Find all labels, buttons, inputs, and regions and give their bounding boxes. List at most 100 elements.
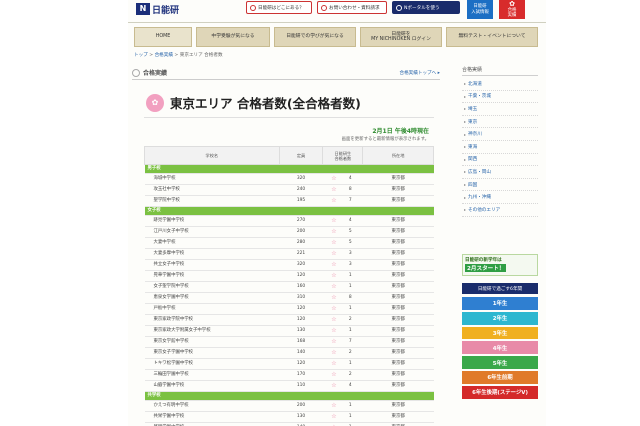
location: 東京都 bbox=[362, 303, 434, 315]
col-passed: 日能研生 合格者数 bbox=[322, 146, 364, 165]
capacity: 120 bbox=[279, 314, 323, 326]
grade-button[interactable]: 2年生 bbox=[462, 311, 538, 325]
refresh-note: 画面を更新すると最新情報が表示されます。 bbox=[341, 137, 429, 142]
passed-count: 1 bbox=[344, 325, 363, 337]
nav-free-test[interactable]: 無料テスト・イベントについて bbox=[446, 27, 538, 47]
sidebar-item[interactable]: ▸ 関西 bbox=[462, 154, 538, 167]
results-label-2: 実績 bbox=[507, 13, 517, 18]
breadcrumb-sep: > bbox=[147, 53, 155, 58]
arrow-icon: ▸ bbox=[464, 131, 467, 137]
nportal-label: Nポータルを使う bbox=[404, 5, 440, 11]
sidebar-item[interactable]: ▸ 広島・岡山 bbox=[462, 166, 538, 179]
star-icon: ☆ bbox=[322, 237, 345, 249]
category-row: 共学校 bbox=[144, 391, 434, 401]
school-name[interactable]: 共栄学園中学校 bbox=[144, 411, 280, 423]
table-header-row: 学校名 定員 日能研生 合格者数 所在地 bbox=[144, 146, 434, 165]
grades-heading: 日能研で過ごす6年間 bbox=[462, 283, 538, 294]
section-title: 合格実績 bbox=[143, 70, 168, 77]
header-divider bbox=[128, 22, 546, 23]
school-name[interactable]: 跡見学園中学校 bbox=[144, 215, 280, 227]
sidebar-item[interactable]: ▸ 四国 bbox=[462, 179, 538, 192]
breadcrumb-results[interactable]: 合格実績 bbox=[155, 53, 173, 58]
school-name[interactable]: 戸板中学校 bbox=[144, 303, 280, 315]
capacity: 240 bbox=[279, 184, 323, 196]
school-name[interactable]: 大妻中学校 bbox=[144, 237, 280, 249]
school-name[interactable]: 晃華学園中学校 bbox=[144, 270, 280, 282]
sidebar-item[interactable]: ▸ 九州・沖縄 bbox=[462, 191, 538, 204]
col-school: 学校名 bbox=[144, 146, 280, 165]
school-name[interactable]: 東京女学館中学校 bbox=[144, 336, 280, 348]
capacity: 120 bbox=[279, 358, 323, 370]
results-top-link[interactable]: 合格実績トップへ ▸ bbox=[399, 70, 440, 76]
school-name[interactable]: かえつ有明中学校 bbox=[144, 400, 280, 412]
grade-button[interactable]: 6年生後期(ステージV) bbox=[462, 385, 538, 399]
nav-learning[interactable]: 日能研での学びが気になる bbox=[274, 27, 356, 47]
grade-button[interactable]: 1年生 bbox=[462, 297, 538, 310]
grade-button[interactable]: 5年生 bbox=[462, 356, 538, 369]
exam-info-button[interactable]: 日能研 入試情報 bbox=[467, 0, 493, 19]
school-name[interactable]: 大妻多摩中学校 bbox=[144, 248, 280, 260]
results-button[interactable]: ✿ 合格 実績 bbox=[499, 0, 525, 19]
table-row: トキワ松学園中学校 120 ☆ 1 東京都 bbox=[144, 358, 434, 370]
sidebar-title: 合格実績 bbox=[462, 66, 538, 76]
new-year-banner[interactable]: 日能研の新学年は 2月スタート！ bbox=[462, 254, 538, 276]
nportal-button[interactable]: Nポータルを使う bbox=[392, 1, 460, 14]
capacity: 221 bbox=[279, 248, 323, 260]
sidebar-item[interactable]: ▸ 東海 bbox=[462, 141, 538, 154]
nav-my-nichinoken[interactable]: 日能研を MY NICHINOKEN ログイン bbox=[360, 27, 442, 47]
school-name[interactable]: 三輪田学園中学校 bbox=[144, 369, 280, 381]
location: 東京都 bbox=[362, 358, 434, 370]
school-name[interactable]: 恵泉女学園中学校 bbox=[144, 292, 280, 304]
capacity: 280 bbox=[279, 237, 323, 249]
passed-count: 1 bbox=[344, 281, 363, 293]
school-name[interactable]: 共立女子中学校 bbox=[144, 259, 280, 271]
school-name[interactable]: 海城中学校 bbox=[144, 173, 280, 185]
breadcrumb-sep: > bbox=[172, 53, 180, 58]
table-row: 共立女子中学校 320 ☆ 3 東京都 bbox=[144, 259, 434, 271]
school-locator-button[interactable]: 日能研はどこにある？ bbox=[246, 1, 312, 14]
school-name[interactable]: 聖学院中学校 bbox=[144, 195, 280, 207]
location: 東京都 bbox=[362, 226, 434, 238]
banner-line-2: 2月スタート！ bbox=[465, 264, 507, 272]
sidebar-item-label: 関西 bbox=[468, 157, 478, 163]
category-label: 女子校 bbox=[144, 206, 434, 216]
capacity: 130 bbox=[279, 325, 323, 337]
contact-button[interactable]: お問い合わせ・資料請求 bbox=[317, 1, 387, 14]
sidebar-item[interactable]: ▸ 千葉・茨城 bbox=[462, 91, 538, 104]
section-header: 合格実績 合格実績トップへ ▸ bbox=[132, 66, 440, 80]
sidebar-item[interactable]: ▸ 北海道 bbox=[462, 78, 538, 91]
sidebar-item-label: 九州・沖縄 bbox=[468, 195, 491, 201]
table-row: 晃華学園中学校 120 ☆ 1 東京都 bbox=[144, 270, 434, 282]
location: 東京都 bbox=[362, 325, 434, 337]
sidebar-item[interactable]: ▸ 東京 bbox=[462, 116, 538, 129]
school-name[interactable]: 江戸川女子中学校 bbox=[144, 226, 280, 238]
sidebar-item-label: 東海 bbox=[468, 144, 478, 150]
location: 東京都 bbox=[362, 422, 434, 426]
sidebar-item[interactable]: ▸ その他のエリア bbox=[462, 204, 538, 217]
school-name[interactable]: トキワ松学園中学校 bbox=[144, 358, 280, 370]
location: 東京都 bbox=[362, 336, 434, 348]
logo[interactable]: N 日能研 bbox=[136, 3, 179, 16]
nav-home[interactable]: HOME bbox=[134, 27, 192, 47]
school-name[interactable]: 攻玉社中学校 bbox=[144, 184, 280, 196]
grade-button[interactable]: 3年生 bbox=[462, 326, 538, 340]
sidebar-item[interactable]: ▸ 神奈川 bbox=[462, 128, 538, 141]
passed-count: 2 bbox=[344, 369, 363, 381]
star-icon: ☆ bbox=[322, 422, 345, 426]
grade-button[interactable]: 6年生前期 bbox=[462, 371, 538, 384]
capacity: 168 bbox=[279, 336, 323, 348]
grade-button[interactable]: 4年生 bbox=[462, 341, 538, 355]
breadcrumb-top[interactable]: トップ bbox=[134, 53, 148, 58]
nav-exam[interactable]: 中学受験が気になる bbox=[196, 27, 270, 47]
school-name[interactable]: 啓明学園中学校 bbox=[144, 422, 280, 426]
table-row: 女子聖学院中学校 160 ☆ 1 東京都 bbox=[144, 281, 434, 293]
school-name[interactable]: 山脇学園中学校 bbox=[144, 380, 280, 392]
portal-icon bbox=[396, 4, 402, 11]
school-name[interactable]: 東京家政学院中学校 bbox=[144, 314, 280, 326]
school-name[interactable]: 東京家政大学附属女子中学校 bbox=[144, 325, 280, 337]
table-row: 東京女学館中学校 168 ☆ 7 東京都 bbox=[144, 336, 434, 348]
school-name[interactable]: 女子聖学院中学校 bbox=[144, 281, 280, 293]
school-name[interactable]: 東京女子学園中学校 bbox=[144, 347, 280, 359]
sidebar-item[interactable]: ▸ 埼玉 bbox=[462, 103, 538, 116]
banner-line-1: 日能研の新学年は bbox=[465, 258, 502, 263]
